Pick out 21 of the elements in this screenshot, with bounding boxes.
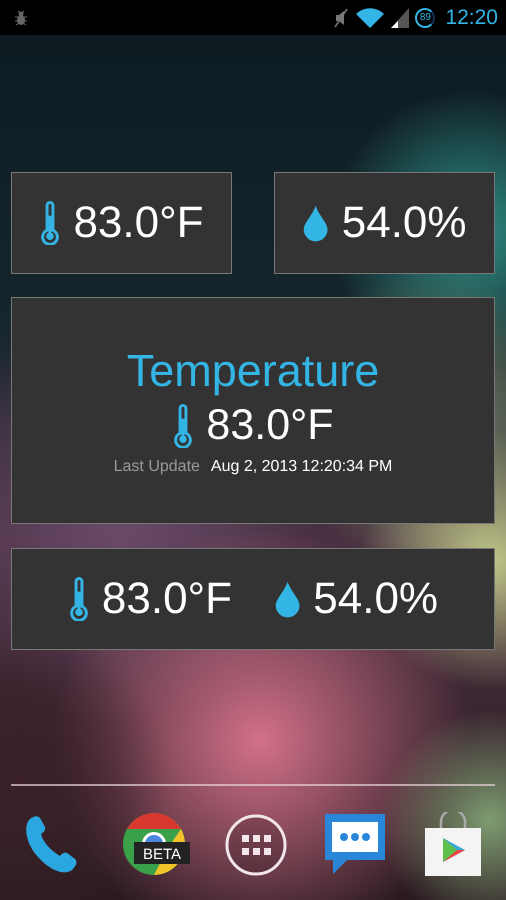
signal-icon [391, 8, 410, 28]
beta-label: BETA [142, 846, 181, 863]
last-update-label: Last Update [114, 458, 200, 476]
muted-icon [333, 8, 350, 28]
last-update-time: Aug 2, 2013 12:20:34 PM [210, 458, 392, 476]
battery-icon: 89 [415, 8, 436, 28]
app-grid-icon[interactable] [224, 813, 288, 877]
bug-icon [14, 10, 28, 26]
water-drop-icon [302, 204, 330, 242]
thermometer-icon [172, 404, 194, 448]
wifi-icon [355, 8, 386, 28]
reading-value: 54.0% [313, 574, 438, 624]
thermometer-icon [68, 577, 90, 621]
water-drop-icon [274, 580, 302, 618]
reading-value: 54.0% [342, 198, 467, 248]
widget-title: Temperature [126, 345, 380, 397]
clock: 12:20 [445, 6, 498, 30]
reading-value: 83.0°F [102, 574, 232, 624]
thermometer-icon [39, 201, 62, 245]
reading-value: 83.0°F [206, 401, 334, 450]
reading-value: 83.0°F [73, 198, 204, 248]
